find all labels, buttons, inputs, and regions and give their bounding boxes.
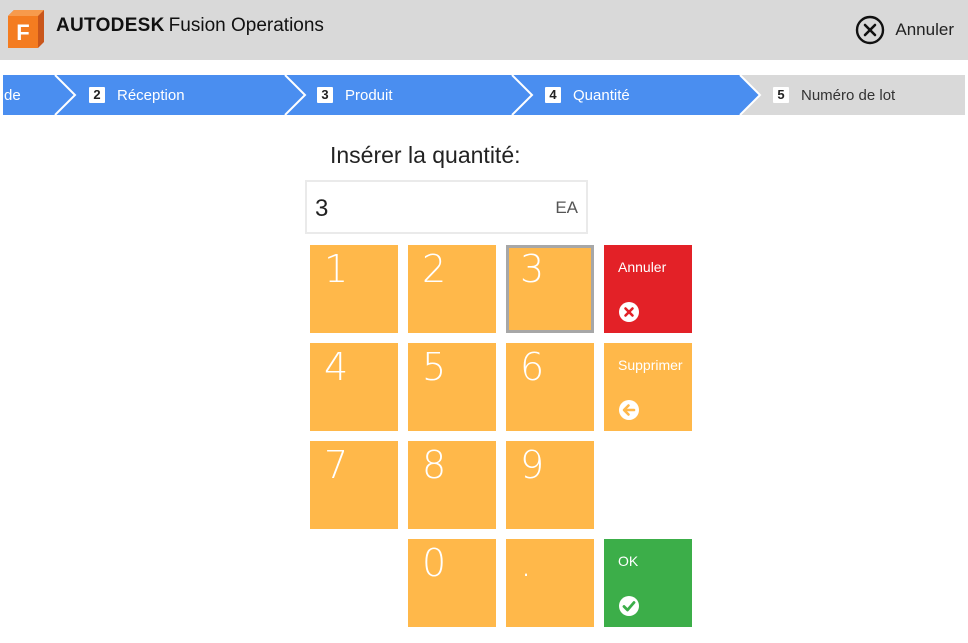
quantity-input[interactable]: 3 EA xyxy=(305,180,588,234)
step-4[interactable]: 4 Quantité xyxy=(545,75,630,115)
check-circle-icon xyxy=(619,596,639,616)
app-header: F AUTODESK Fusion Operations Annuler xyxy=(0,0,968,60)
step-number: 4 xyxy=(545,87,561,103)
key-decimal[interactable]: . xyxy=(506,539,594,627)
key-label: 7 xyxy=(324,443,349,487)
key-label: 5 xyxy=(422,345,447,389)
key-label: . xyxy=(520,541,533,585)
quantity-unit: EA xyxy=(555,198,578,217)
step-3[interactable]: 3 Produit xyxy=(317,75,393,115)
step-label: Numéro de lot xyxy=(801,86,896,104)
key-4[interactable]: 4 xyxy=(310,343,398,431)
step-number: 5 xyxy=(773,87,789,103)
key-6[interactable]: 6 xyxy=(506,343,594,431)
step-label: de xyxy=(4,86,21,104)
brand-title: AUTODESK Fusion Operations xyxy=(56,15,324,37)
key-5[interactable]: 5 xyxy=(408,343,496,431)
key-label: 0 xyxy=(422,541,447,585)
key-label: 1 xyxy=(324,247,349,291)
header-cancel-button[interactable]: Annuler xyxy=(855,15,954,45)
header-cancel-label: Annuler xyxy=(895,20,954,39)
key-9[interactable]: 9 xyxy=(506,441,594,529)
close-circle-icon xyxy=(856,15,885,45)
step-1[interactable]: de xyxy=(4,75,21,115)
key-label: 3 xyxy=(520,247,545,291)
close-circle-icon xyxy=(619,302,639,322)
step-2[interactable]: 2 Réception xyxy=(89,75,185,115)
keypad-delete-button[interactable]: Supprimer xyxy=(604,343,692,431)
logo-letter: F xyxy=(16,20,29,45)
key-3[interactable]: 3 xyxy=(506,245,594,333)
fusion-logo-icon: F xyxy=(8,10,44,48)
step-number: 2 xyxy=(89,87,105,103)
key-label: 8 xyxy=(422,443,447,487)
step-number: 3 xyxy=(317,87,333,103)
step-label: Produit xyxy=(345,86,393,104)
quantity-value: 3 xyxy=(315,195,329,222)
brand-product: Fusion Operations xyxy=(168,15,324,36)
arrow-left-circle-icon xyxy=(619,400,639,420)
key-1[interactable]: 1 xyxy=(310,245,398,333)
key-label: 9 xyxy=(520,443,545,487)
key-label: 6 xyxy=(520,345,545,389)
keypad-delete-label: Supprimer xyxy=(618,357,683,373)
key-0[interactable]: 0 xyxy=(408,539,496,627)
key-8[interactable]: 8 xyxy=(408,441,496,529)
keypad-ok-button[interactable]: OK xyxy=(604,539,692,627)
key-label: 4 xyxy=(324,345,349,389)
key-2[interactable]: 2 xyxy=(408,245,496,333)
step-5[interactable]: 5 Numéro de lot xyxy=(773,75,895,115)
key-7[interactable]: 7 xyxy=(310,441,398,529)
step-label: Quantité xyxy=(573,86,630,104)
keypad-cancel-button[interactable]: Annuler xyxy=(604,245,692,333)
step-progress-bar: de 2 Réception 3 Produit 4 Quantité 5 Nu… xyxy=(0,75,968,115)
keypad-cancel-label: Annuler xyxy=(618,259,667,275)
step-label: Réception xyxy=(117,86,185,104)
page-title: Insérer la quantité: xyxy=(330,142,521,168)
brand-company: AUTODESK xyxy=(56,15,165,36)
key-label: 2 xyxy=(422,247,447,291)
keypad-ok-label: OK xyxy=(618,553,639,569)
